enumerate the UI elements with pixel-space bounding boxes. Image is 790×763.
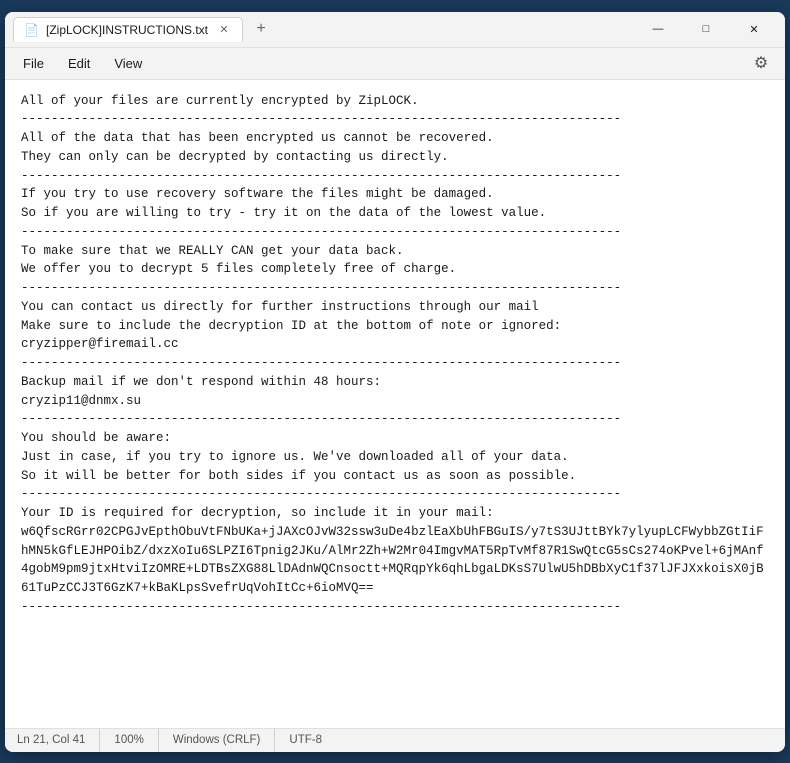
file-content: All of your files are currently encrypte…	[21, 92, 769, 617]
encoding-indicator: UTF-8	[275, 729, 336, 752]
file-menu[interactable]: File	[13, 52, 54, 75]
line-ending-indicator: Windows (CRLF)	[159, 729, 276, 752]
edit-menu[interactable]: Edit	[58, 52, 100, 75]
title-bar-left: 📄 [ZipLOCK]INSTRUCTIONS.txt ✕ +	[13, 15, 635, 43]
menu-items: File Edit View	[13, 52, 152, 75]
maximize-button[interactable]: □	[683, 13, 729, 45]
close-button[interactable]: ✕	[731, 13, 777, 45]
line-col-indicator: Ln 21, Col 41	[17, 729, 100, 752]
new-tab-button[interactable]: +	[247, 15, 275, 43]
status-bar: Ln 21, Col 41 100% Windows (CRLF) UTF-8	[5, 728, 785, 752]
window-controls: — □ ✕	[635, 13, 777, 45]
tab-close-button[interactable]: ✕	[216, 22, 232, 38]
file-icon: 📄	[24, 23, 38, 37]
minimize-button[interactable]: —	[635, 13, 681, 45]
view-menu[interactable]: View	[104, 52, 152, 75]
menu-bar: File Edit View ⚙	[5, 48, 785, 80]
settings-button[interactable]: ⚙	[745, 47, 777, 79]
tab-title: [ZipLOCK]INSTRUCTIONS.txt	[46, 23, 208, 37]
notepad-window: 📄 [ZipLOCK]INSTRUCTIONS.txt ✕ + — □ ✕ Fi…	[5, 12, 785, 752]
active-tab[interactable]: 📄 [ZipLOCK]INSTRUCTIONS.txt ✕	[13, 17, 243, 42]
title-bar: 📄 [ZipLOCK]INSTRUCTIONS.txt ✕ + — □ ✕	[5, 12, 785, 48]
text-content-area[interactable]: All of your files are currently encrypte…	[5, 80, 785, 728]
zoom-indicator: 100%	[100, 729, 158, 752]
